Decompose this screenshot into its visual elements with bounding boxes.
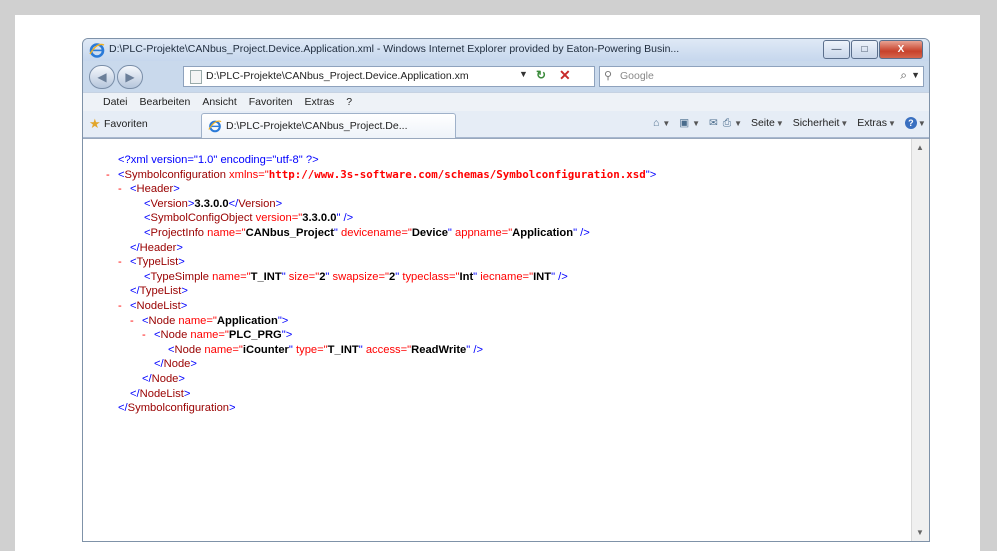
collapse-toggle[interactable]: - bbox=[130, 314, 142, 329]
tab-current[interactable]: D:\PLC-Projekte\CANbus_Project.De... bbox=[201, 113, 456, 138]
search-provider-icon: ⚲ bbox=[604, 70, 613, 82]
xml-node-typelist[interactable]: - <TypeList> bbox=[106, 255, 656, 270]
minimize-button[interactable]: — bbox=[823, 40, 850, 59]
xml-node-symbolconfigobject: <SymbolConfigObject version="3.3.0.0" /> bbox=[144, 212, 354, 225]
xml-node-header[interactable]: - <Header> bbox=[106, 182, 656, 197]
window-controls: — □ X bbox=[822, 40, 923, 59]
favorites-star-icon[interactable]: ★ bbox=[89, 116, 101, 132]
xml-node-plc-prg-close: </Node> bbox=[154, 358, 197, 371]
menu-file[interactable]: Datei bbox=[103, 96, 128, 108]
print-dropdown-icon[interactable]: ▼ bbox=[734, 119, 742, 128]
tools-menu[interactable]: Extras bbox=[857, 117, 887, 129]
favorites-button[interactable]: Favoriten bbox=[104, 118, 148, 130]
xml-node-projectinfo: <ProjectInfo name="CANbus_Project" devic… bbox=[144, 226, 590, 239]
help-icon[interactable]: ? bbox=[904, 117, 917, 130]
xml-node-header-close: </Header> bbox=[130, 241, 183, 254]
address-bar[interactable]: D:\PLC-Projekte\CANbus_Project.Device.Ap… bbox=[183, 66, 595, 87]
security-menu[interactable]: Sicherheit bbox=[793, 117, 840, 129]
maximize-button[interactable]: □ bbox=[851, 40, 878, 59]
forward-button[interactable]: ▶ bbox=[117, 65, 143, 89]
favorites-bar: ★ Favoriten D:\PLC-Projekte\CANbus_Proje… bbox=[83, 111, 929, 138]
home-icon[interactable]: ⌂ bbox=[653, 117, 659, 129]
xml-node-application-close: </Node> bbox=[142, 372, 185, 385]
xml-node-symbolconfiguration[interactable]: - <Symbolconfiguration xmlns="http://www.… bbox=[106, 168, 656, 183]
menu-favorites[interactable]: Favoriten bbox=[249, 96, 293, 108]
xml-node-typelist-close: </TypeList> bbox=[130, 285, 188, 298]
print-icon[interactable]: ⎙ bbox=[723, 117, 731, 129]
window-title: D:\PLC-Projekte\CANbus_Project.Device.Ap… bbox=[109, 43, 680, 55]
xml-declaration: <?xml version="1.0" encoding="utf-8" ?> bbox=[118, 154, 319, 166]
scroll-down-icon[interactable]: ▼ bbox=[916, 528, 924, 537]
menu-tools[interactable]: Extras bbox=[305, 96, 335, 108]
xml-node-typesimple: <TypeSimple name="T_INT" size="2" swapsi… bbox=[144, 270, 568, 283]
search-placeholder: Google bbox=[620, 70, 654, 82]
security-dropdown-icon[interactable]: ▼ bbox=[840, 119, 848, 128]
xml-node-plc-prg[interactable]: - <Node name="PLC_PRG"> bbox=[106, 328, 656, 343]
search-dropdown-icon[interactable]: ▼ bbox=[911, 70, 920, 80]
menu-edit[interactable]: Bearbeiten bbox=[140, 96, 191, 108]
title-bar[interactable]: D:\PLC-Projekte\CANbus_Project.Device.Ap… bbox=[83, 39, 929, 61]
scroll-up-icon[interactable]: ▲ bbox=[916, 143, 924, 152]
outer-frame-top bbox=[0, 0, 997, 15]
outer-frame-right bbox=[980, 0, 997, 551]
collapse-toggle[interactable]: - bbox=[142, 328, 154, 343]
outer-frame-left bbox=[0, 0, 15, 551]
vertical-scrollbar[interactable]: ▲ ▼ bbox=[911, 139, 929, 541]
xml-node-application[interactable]: - <Node name="Application"> bbox=[106, 314, 656, 329]
refresh-icon[interactable]: ↻ bbox=[536, 68, 546, 82]
mail-icon[interactable]: ✉ bbox=[709, 117, 718, 129]
back-button[interactable]: ◀ bbox=[89, 65, 115, 89]
page-content: <?xml version="1.0" encoding="utf-8" ?> … bbox=[83, 138, 929, 541]
menu-view[interactable]: Ansicht bbox=[202, 96, 236, 108]
address-toolbar: ◀ ▶ D:\PLC-Projekte\CANbus_Project.Devic… bbox=[83, 61, 929, 91]
close-button[interactable]: X bbox=[879, 40, 923, 59]
page-icon bbox=[190, 70, 202, 84]
collapse-toggle[interactable]: - bbox=[106, 168, 118, 183]
ie-window: D:\PLC-Projekte\CANbus_Project.Device.Ap… bbox=[82, 38, 930, 542]
page-dropdown-icon[interactable]: ▼ bbox=[776, 119, 784, 128]
collapse-toggle[interactable]: - bbox=[118, 182, 130, 197]
collapse-toggle[interactable]: - bbox=[118, 299, 130, 314]
tools-dropdown-icon[interactable]: ▼ bbox=[888, 119, 896, 128]
internet-explorer-icon bbox=[89, 43, 105, 58]
xml-node-symbolconfiguration-close: </Symbolconfiguration> bbox=[118, 402, 236, 415]
collapse-toggle[interactable]: - bbox=[118, 255, 130, 270]
menu-help[interactable]: ? bbox=[346, 96, 352, 108]
xml-node-version: <Version>3.3.0.0</Version> bbox=[144, 197, 283, 210]
xml-node-nodelist[interactable]: - <NodeList> bbox=[106, 299, 656, 314]
internet-explorer-icon bbox=[208, 120, 222, 133]
command-bar: ⌂ ▼ ▣ ▼ ✉ ⎙ ▼ Seite▼ Sicherheit▼ Extras▼ ? ▼ bbox=[653, 117, 929, 130]
help-dropdown-icon[interactable]: ▼ bbox=[918, 119, 926, 128]
search-icon[interactable]: ⌕ bbox=[900, 68, 907, 83]
home-dropdown-icon[interactable]: ▼ bbox=[662, 119, 670, 128]
xml-document: <?xml version="1.0" encoding="utf-8" ?> … bbox=[106, 153, 656, 416]
tab-title: D:\PLC-Projekte\CANbus_Project.De... bbox=[226, 120, 408, 132]
xml-node-nodelist-close: </NodeList> bbox=[130, 387, 191, 400]
page-menu[interactable]: Seite bbox=[751, 117, 775, 129]
feeds-dropdown-icon[interactable]: ▼ bbox=[692, 119, 700, 128]
search-box[interactable]: ⚲ Google ⌕ ▼ bbox=[599, 66, 924, 87]
xml-namespace-url: http://www.3s-software.com/schemas/Symbo… bbox=[268, 167, 646, 181]
feeds-icon[interactable]: ▣ bbox=[679, 117, 689, 129]
stop-icon[interactable]: ✕ bbox=[559, 67, 571, 84]
xml-node-icounter: <Node name="iCounter" type="T_INT" acces… bbox=[168, 343, 484, 356]
address-text: D:\PLC-Projekte\CANbus_Project.Device.Ap… bbox=[206, 70, 469, 82]
menu-bar: Datei Bearbeiten Ansicht Favoriten Extra… bbox=[83, 92, 929, 112]
address-dropdown-icon[interactable]: ▼ bbox=[519, 69, 528, 79]
